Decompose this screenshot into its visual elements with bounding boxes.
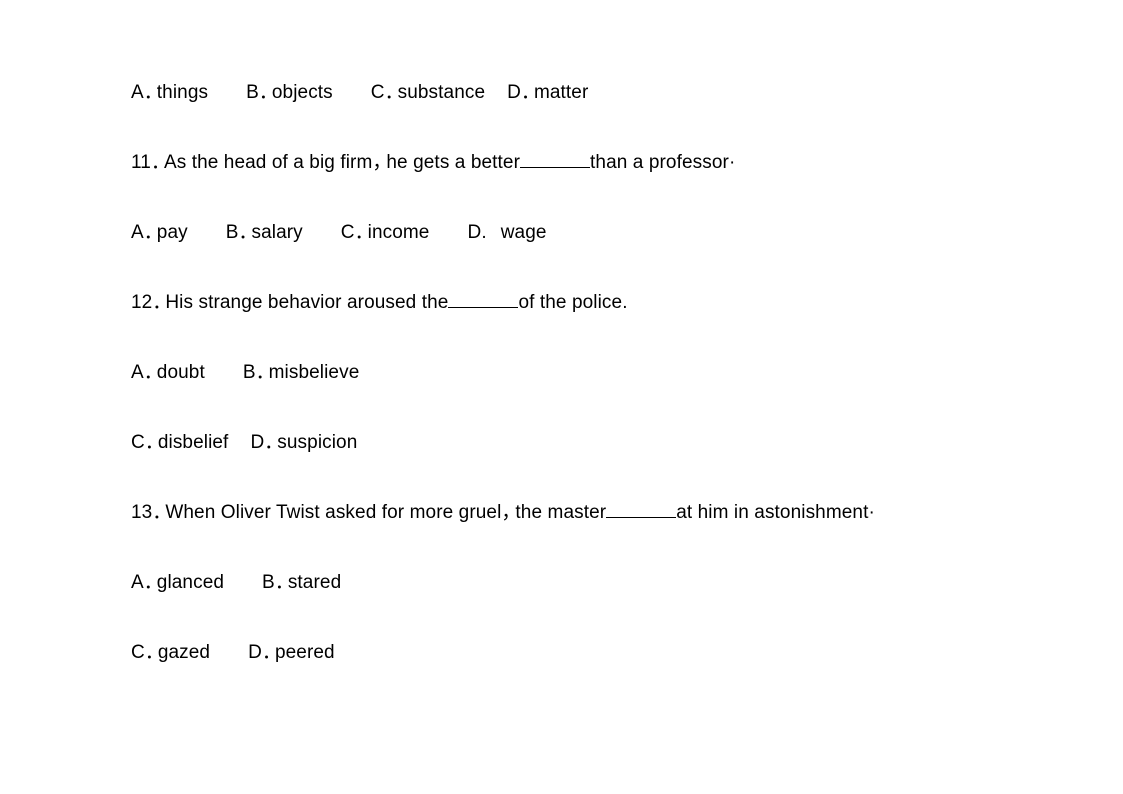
option-letter-stop-narrow: .	[481, 222, 487, 243]
option-letter-c: C	[340, 222, 355, 243]
option-text-d[interactable]: suspicion	[277, 432, 357, 453]
option-text-a[interactable]: pay	[157, 222, 188, 243]
question-number: 12	[131, 292, 153, 313]
option-text-c[interactable]: income	[368, 222, 430, 243]
stem-text-after-blank: at him in astonishment	[676, 502, 869, 523]
option-letter-stop: ．	[143, 572, 163, 593]
answer-blank[interactable]	[520, 150, 591, 168]
option-letter-a: A	[131, 362, 144, 383]
option-letter-stop: ．	[255, 362, 275, 383]
option-letter-stop: ．	[384, 82, 404, 103]
options-row-q10: A．things B．objects C．substance D．matter	[131, 80, 1031, 150]
options-row-q11: A．pay B．salary C．income D. wage	[131, 220, 1031, 290]
option-text-b[interactable]: salary	[252, 222, 303, 243]
question-number-stop: ．	[152, 502, 172, 523]
stem-text-after-blank: than a professor	[590, 152, 729, 173]
answer-blank[interactable]	[448, 290, 519, 308]
option-letter-a: A	[131, 222, 144, 243]
option-letter-stop: ．	[143, 222, 163, 243]
option-text-d[interactable]: wage	[501, 222, 547, 243]
options-row-q13-cd: C．gazed D．peered	[131, 640, 1031, 710]
options-row-q13-ab: A．glanced B．stared	[131, 570, 1031, 640]
question-stem-12: 12．His strange behavior aroused the of th…	[131, 290, 1031, 360]
stem-text-after-blank: of the police	[518, 292, 623, 313]
option-letter-c: C	[131, 642, 145, 663]
question-stem-13: 13．When Oliver Twist asked for more grue…	[131, 500, 1031, 570]
stem-text-middle: the master	[515, 502, 607, 523]
option-letter-stop: ．	[143, 362, 163, 383]
exercise-body: A．things B．objects C．substance D．matter 11．…	[131, 80, 1031, 710]
option-letter-stop: ．	[258, 82, 278, 103]
stem-comma: ，	[372, 152, 392, 173]
option-letter-c: C	[131, 432, 145, 453]
question-number: 13	[131, 502, 153, 523]
option-letter-b: B	[246, 82, 259, 103]
option-text-b[interactable]: stared	[288, 572, 341, 593]
stem-terminator: ·	[868, 502, 875, 523]
option-text-c[interactable]: disbelief	[158, 432, 229, 453]
option-text-a[interactable]: glanced	[157, 572, 224, 593]
option-text-b[interactable]: misbelieve	[269, 362, 360, 383]
option-text-b[interactable]: objects	[272, 82, 333, 103]
stem-text-before-blank: His strange behavior aroused the	[165, 292, 449, 313]
option-letter-d: D	[250, 432, 265, 453]
stem-text-before-blank: As the head of a big firm	[163, 152, 373, 173]
option-letter-stop: ．	[274, 572, 294, 593]
option-letter-b: B	[262, 572, 275, 593]
option-letter-d: D	[248, 642, 262, 663]
option-letter-d: D	[467, 222, 482, 243]
options-row-q12-ab: A．doubt B．misbelieve	[131, 360, 1031, 430]
option-text-d[interactable]: peered	[275, 642, 335, 663]
question-number-stop: ．	[150, 152, 171, 173]
option-letter-stop: ．	[354, 222, 374, 243]
option-letter-b: B	[242, 362, 256, 383]
option-letter-stop: ．	[143, 82, 163, 103]
option-letter-stop: ．	[520, 82, 541, 103]
answer-blank[interactable]	[606, 500, 677, 518]
option-letter-c: C	[370, 82, 385, 103]
option-text-c[interactable]: gazed	[158, 642, 210, 663]
option-text-c[interactable]: substance	[398, 82, 486, 103]
option-letter-stop: ．	[144, 432, 164, 453]
stem-text-middle: he gets a better	[386, 152, 521, 173]
question-number: 11	[131, 152, 151, 173]
option-letter-stop: ．	[261, 642, 282, 663]
option-letter-b: B	[225, 222, 239, 243]
option-text-a[interactable]: things	[157, 82, 208, 103]
options-row-q12-cd: C．disbelief D．suspicion	[131, 430, 1031, 500]
stem-comma: ，	[501, 502, 521, 523]
stem-terminator: .	[622, 292, 628, 313]
question-stem-11: 11．As the head of a big firm，he gets a b…	[131, 150, 1031, 220]
option-letter-stop: ．	[264, 432, 284, 453]
stem-terminator: ·	[728, 152, 736, 173]
option-letter-stop: ．	[238, 222, 258, 243]
question-number-stop: ．	[152, 292, 172, 313]
stem-text-before-blank: When Oliver Twist asked for more gruel	[165, 502, 502, 523]
option-letter-stop: ．	[144, 642, 164, 663]
option-letter-d: D	[507, 82, 521, 103]
option-text-a[interactable]: doubt	[157, 362, 205, 383]
option-letter-a: A	[131, 572, 144, 593]
option-letter-a: A	[131, 82, 144, 103]
document-page: A．things B．objects C．substance D．matter 11．…	[0, 0, 1123, 794]
option-text-d[interactable]: matter	[534, 82, 588, 103]
